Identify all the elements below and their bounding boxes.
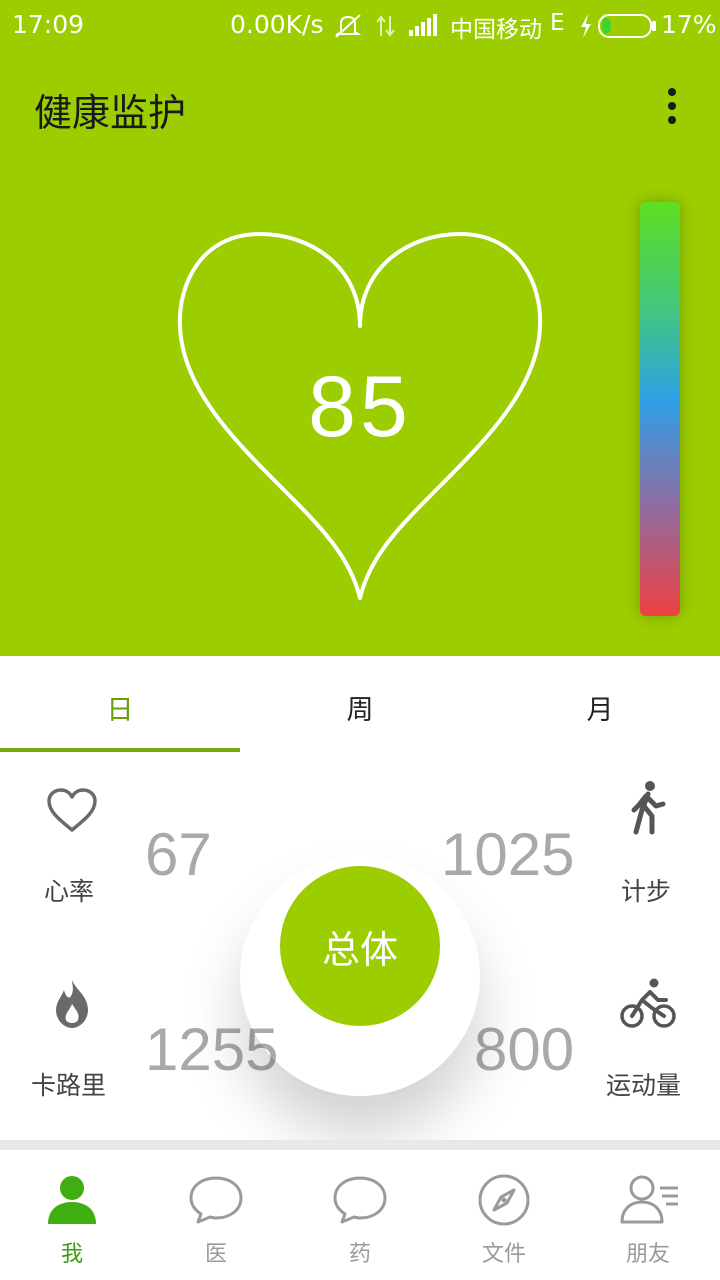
stats-panel: 心率 67 计步 1025 卡路里 1255 运动量 800 总体 — [0, 752, 720, 1140]
overall-button[interactable]: 总体 — [280, 866, 440, 1026]
flame-icon — [52, 978, 92, 1034]
contacts-icon — [620, 1172, 678, 1228]
walking-icon — [628, 780, 668, 840]
status-network-type: E — [550, 10, 565, 36]
exercise-label: 运动量 — [606, 1071, 682, 1100]
more-vert-icon[interactable] — [652, 84, 692, 128]
tab-day[interactable]: 日 — [0, 656, 240, 752]
page-title: 健康监护 — [34, 91, 187, 135]
tab-month[interactable]: 月 — [480, 656, 720, 752]
chat-bubble-icon — [188, 1172, 244, 1228]
charging-icon — [578, 12, 594, 44]
status-carrier: 中国移动 — [450, 17, 542, 43]
tab-week[interactable]: 周 — [240, 656, 480, 752]
nav-label-friends: 朋友 — [625, 1242, 670, 1267]
compass-icon — [476, 1172, 532, 1228]
chat-bubble-icon — [332, 1172, 388, 1228]
battery-icon — [598, 13, 658, 43]
overflow-dot — [668, 102, 676, 110]
nav-item-me[interactable]: 我 — [0, 1150, 144, 1280]
nav-label-me: 我 — [60, 1242, 83, 1267]
heart-icon — [46, 788, 98, 838]
nav-item-friends[interactable]: 朋友 — [576, 1150, 720, 1280]
heart-score-card[interactable]: 85 — [170, 226, 550, 606]
person-icon — [44, 1172, 100, 1228]
status-net-speed: 0.00K/s — [230, 10, 324, 39]
nav-item-files[interactable]: 文件 — [432, 1150, 576, 1280]
health-score: 85 — [308, 359, 412, 455]
bicycle-icon — [620, 978, 676, 1032]
nav-item-medicine[interactable]: 药 — [288, 1150, 432, 1280]
nav-label-doctor: 医 — [204, 1242, 227, 1267]
steps-label: 计步 — [621, 877, 672, 906]
bottom-nav: 我 医 药 文件 朋友 — [0, 1150, 720, 1280]
period-tabs: 日 周 月 — [0, 656, 720, 752]
status-time: 17:09 — [12, 10, 85, 39]
nav-label-medicine: 药 — [348, 1242, 371, 1267]
exercise-value: 800 — [474, 1016, 575, 1083]
health-hero: 85 — [0, 160, 720, 656]
status-bar: 17:09 0.00K/s 中国移动 E 17% — [0, 0, 720, 52]
heart-rate-value: 67 — [145, 821, 212, 888]
calories-label: 卡路里 — [31, 1071, 107, 1100]
overflow-dot — [668, 116, 676, 124]
nav-divider — [0, 1140, 720, 1150]
status-battery-percent: 17% — [661, 10, 717, 39]
data-arrows-icon — [374, 12, 398, 44]
mute-icon — [333, 12, 363, 44]
app-bar: 健康监护 — [0, 52, 720, 160]
overflow-dot — [668, 88, 676, 96]
nav-label-files: 文件 — [481, 1242, 526, 1267]
steps-value: 1025 — [441, 821, 575, 888]
health-gauge-bar — [640, 202, 680, 616]
heart-rate-label: 心率 — [44, 877, 95, 906]
signal-icon — [408, 12, 438, 42]
nav-item-doctor[interactable]: 医 — [144, 1150, 288, 1280]
